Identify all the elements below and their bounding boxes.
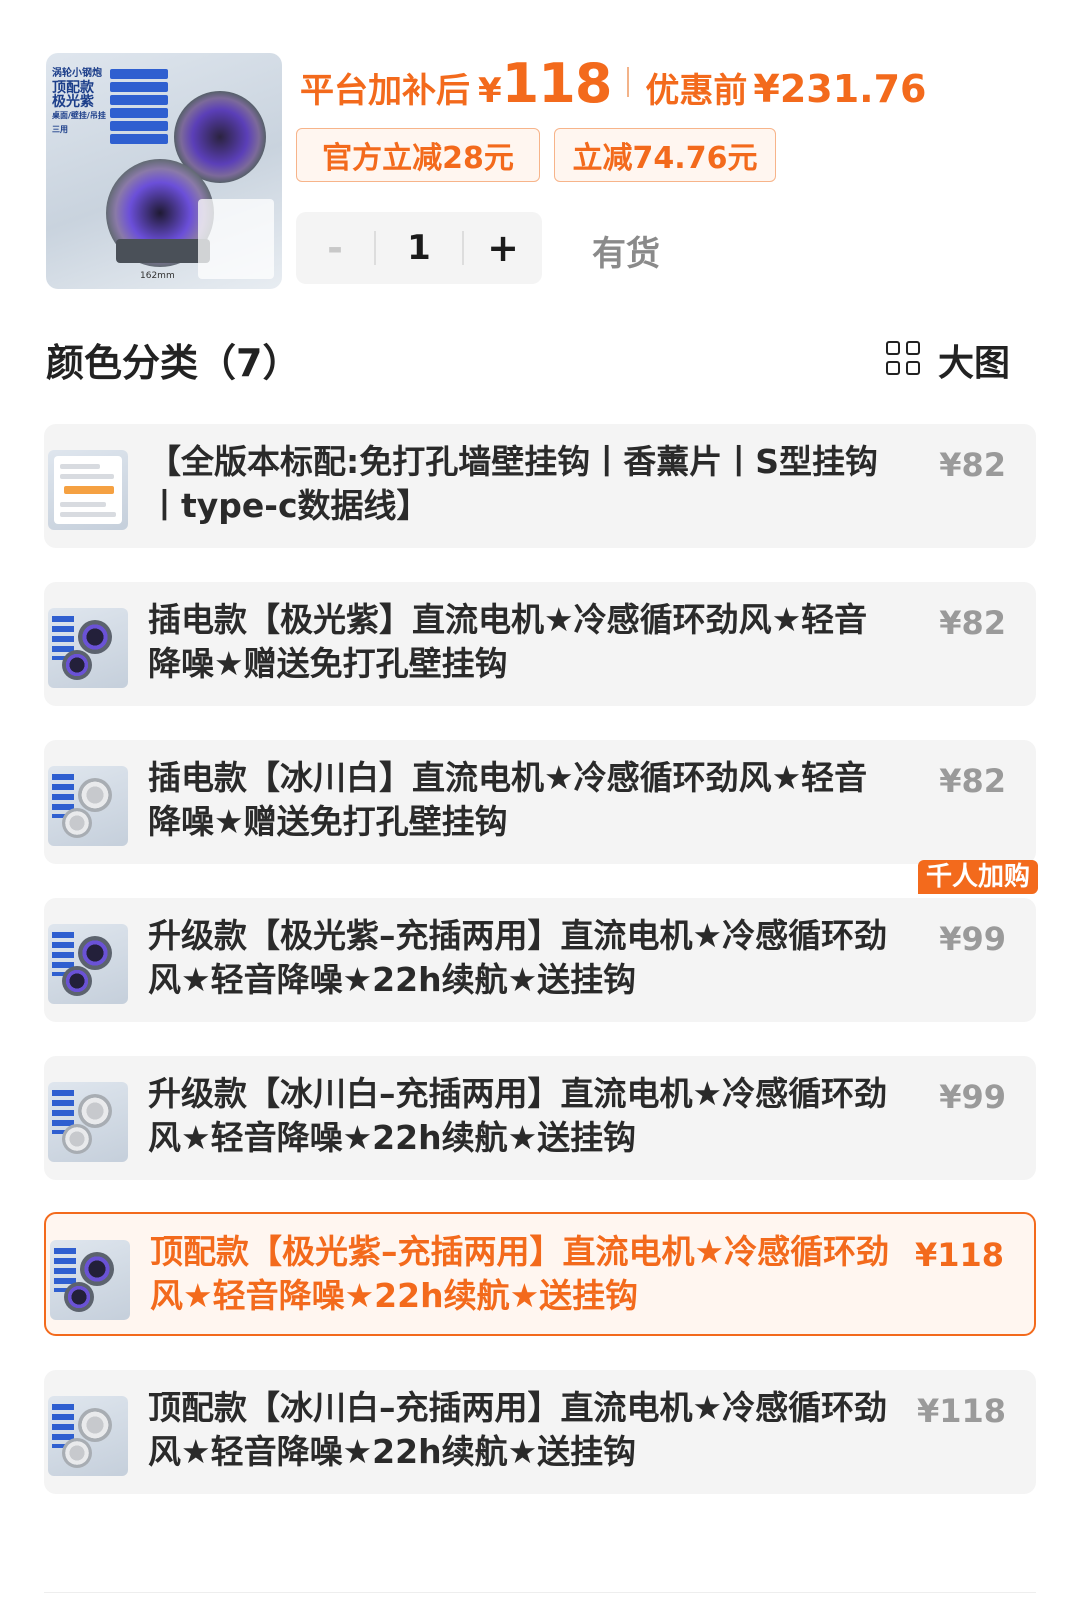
quantity-value[interactable]: 1 [376, 228, 462, 268]
price-currency: ¥ [478, 71, 502, 111]
variant-label: 升级款【极光紫–充插两用】直流电机★冷感循环劲风★轻音降噪★22h续航★送挂钩 [148, 916, 888, 999]
variant-label: 升级款【冰川白–充插两用】直流电机★冷感循环劲风★轻音降噪★22h续航★送挂钩 [148, 1074, 888, 1157]
variant-price: ¥99 [939, 1078, 1006, 1116]
increment-button[interactable]: + [464, 226, 542, 270]
product-image-detail-card [198, 199, 274, 279]
large-image-label: 大图 [938, 343, 1011, 384]
original-price: ¥231.76 [753, 67, 927, 111]
variant-option[interactable]: 插电款【冰川白】直流电机★冷感循环劲风★轻音降噪★赠送免打孔壁挂钩 ¥82 [44, 740, 1036, 864]
variant-thumbnail [50, 1240, 130, 1320]
variant-price: ¥82 [939, 762, 1006, 800]
stock-status: 有货 [592, 234, 660, 274]
variant-label: 顶配款【极光紫–充插两用】直流电机★冷感循环劲风★轻音降噪★22h续航★送挂钩 [150, 1232, 890, 1315]
coupon-official[interactable]: 官方立减28元 [296, 128, 540, 182]
original-price-label: 优惠前 [645, 71, 748, 111]
variant-thumbnail [48, 766, 128, 846]
section-title: 颜色分类（7） [46, 341, 301, 385]
variant-price: ¥118 [916, 1392, 1006, 1430]
variant-option[interactable]: 顶配款【冰川白–充插两用】直流电机★冷感循环劲风★轻音降噪★22h续航★送挂钩 ¥… [44, 1370, 1036, 1494]
price-amount: 118 [501, 52, 613, 115]
variant-label: 顶配款【冰川白–充插两用】直流电机★冷感循环劲风★轻音降噪★22h续航★送挂钩 [148, 1388, 888, 1471]
variant-price: ¥82 [939, 604, 1006, 642]
price-line: 平台加补后 ¥ 118 优惠前 ¥231.76 [300, 52, 927, 115]
variant-option[interactable]: 【全版本标配:免打孔墙壁挂钩丨香薰片丨S型挂钩丨type-c数据线】 ¥82 [44, 424, 1036, 548]
variant-label: 插电款【极光紫】直流电机★冷感循环劲风★轻音降噪★赠送免打孔壁挂钩 [148, 600, 868, 683]
product-image-feature-list [110, 69, 168, 147]
variant-option[interactable]: 升级款【冰川白–充插两用】直流电机★冷感循环劲风★轻音降噪★22h续航★送挂钩 ¥… [44, 1056, 1036, 1180]
popular-badge: 千人加购 [917, 860, 1038, 894]
variant-option[interactable]: 插电款【极光紫】直流电机★冷感循环劲风★轻音降噪★赠送免打孔壁挂钩 ¥82 [44, 582, 1036, 706]
variant-option[interactable]: 升级款【极光紫–充插两用】直流电机★冷感循环劲风★轻音降噪★22h续航★送挂钩 ¥… [44, 860, 1038, 1022]
variant-option[interactable]: 顶配款【极光紫–充插两用】直流电机★冷感循环劲风★轻音降噪★22h续航★送挂钩 ¥… [44, 1212, 1036, 1336]
coupon-instant[interactable]: 立减74.76元 [554, 128, 776, 182]
variant-price: ¥99 [939, 920, 1006, 958]
product-image-text: 涡轮小钢炮 顶配款 极光紫 桌面/壁挂/吊挂三用 [52, 68, 106, 134]
price-separator [627, 67, 630, 97]
variant-label: 插电款【冰川白】直流电机★冷感循环劲风★轻音降噪★赠送免打孔壁挂钩 [148, 758, 868, 841]
grid-icon [886, 341, 924, 379]
price-label: 平台加补后 [300, 71, 470, 111]
large-image-toggle[interactable]: 大图 [886, 334, 1010, 386]
variant-thumbnail [48, 1082, 128, 1162]
fan-stand [116, 239, 210, 263]
product-image[interactable]: 涡轮小钢炮 顶配款 极光紫 桌面/壁挂/吊挂三用 162mm [46, 53, 282, 289]
quantity-stepper[interactable]: - 1 + [296, 212, 542, 284]
variant-price: ¥118 [914, 1236, 1004, 1274]
variant-thumbnail [48, 924, 128, 1004]
decrement-button[interactable]: - [296, 226, 374, 270]
variant-thumbnail [48, 1396, 128, 1476]
variant-thumbnail [48, 450, 128, 530]
variant-label: 【全版本标配:免打孔墙壁挂钩丨香薰片丨S型挂钩丨type-c数据线】 [148, 442, 878, 525]
variant-price: ¥82 [939, 446, 1006, 484]
divider [44, 1592, 1036, 1593]
variant-thumbnail [48, 608, 128, 688]
dimension-label: 162mm [140, 271, 175, 281]
